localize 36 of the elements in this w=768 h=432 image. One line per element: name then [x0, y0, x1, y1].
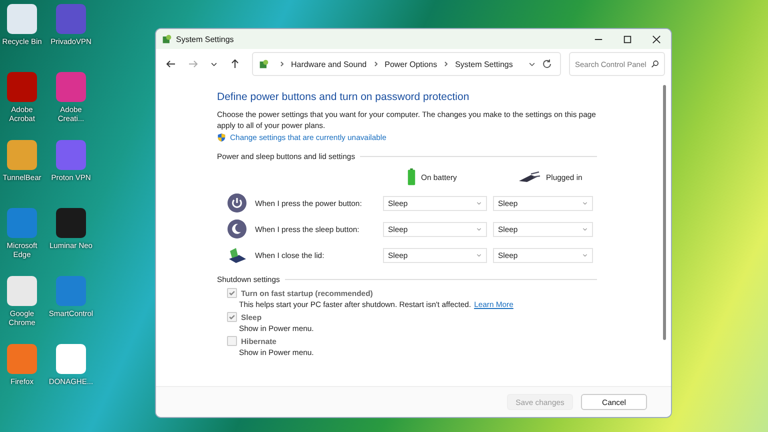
back-arrow-icon[interactable] [166, 59, 176, 69]
battery-icon [407, 168, 416, 186]
up-arrow-icon[interactable] [230, 59, 240, 69]
chevron-right-icon [279, 61, 285, 67]
app-icon[interactable] [7, 140, 37, 170]
moon-button-icon [227, 219, 247, 239]
chevron-down-icon[interactable] [210, 60, 218, 68]
forward-arrow-icon[interactable] [188, 59, 198, 69]
breadcrumb-item[interactable]: Hardware and Sound [291, 60, 367, 68]
chevron-down-icon[interactable] [528, 60, 536, 68]
app-icon[interactable] [7, 4, 37, 34]
breadcrumb-item[interactable]: System Settings [455, 60, 513, 68]
laptop-icon [227, 245, 247, 265]
scrollbar-thumb[interactable] [663, 85, 666, 340]
close-icon[interactable] [652, 34, 661, 44]
app-icon[interactable] [56, 344, 86, 374]
app-icon[interactable] [56, 208, 86, 238]
power-plug-icon [517, 171, 541, 183]
maximize-icon[interactable] [623, 34, 632, 44]
app-icon[interactable] [7, 276, 37, 306]
chevron-down-icon [476, 200, 482, 206]
shield-icon [217, 133, 226, 142]
chevron-down-icon [582, 200, 588, 206]
chevron-down-icon [582, 252, 588, 258]
chevron-down-icon [476, 226, 482, 232]
page-heading: Define power buttons and turn on password protection [217, 91, 470, 103]
chevron-right-icon [372, 61, 379, 67]
refresh-icon[interactable] [542, 59, 552, 69]
breadcrumb-item[interactable]: Power Options [384, 60, 438, 68]
address-bar[interactable]: Hardware and Sound Power Options System Settings [252, 52, 561, 76]
chevron-down-icon [476, 252, 482, 258]
power-button-icon [227, 193, 247, 213]
window-title: System Settings [176, 34, 234, 44]
chevron-right-icon [443, 61, 450, 67]
chevron-down-icon [582, 226, 588, 232]
search-icon[interactable] [651, 60, 659, 68]
